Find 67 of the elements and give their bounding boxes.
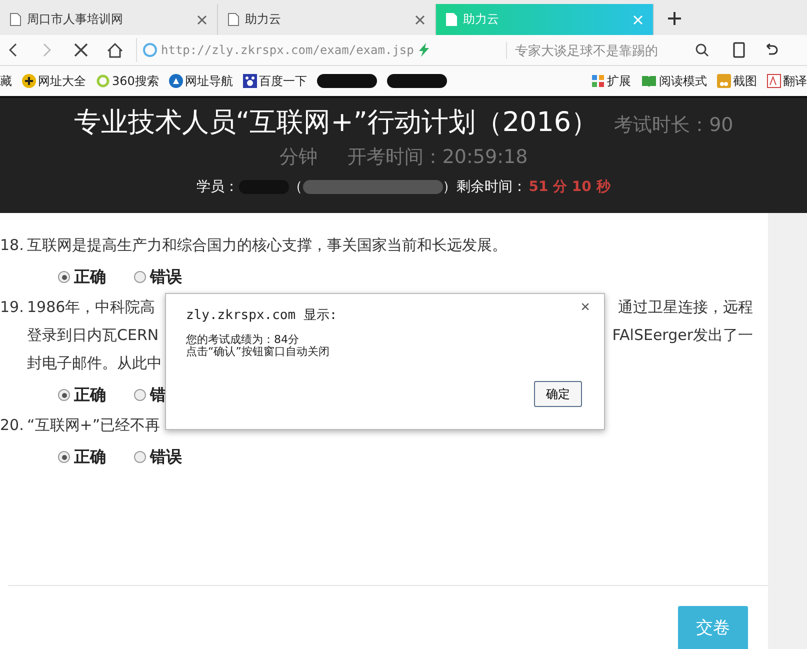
answer-option[interactable]: 正确 (58, 384, 106, 406)
radio-button[interactable] (134, 271, 146, 283)
id-bracket: （ (288, 178, 303, 196)
scrollbar-track[interactable] (768, 213, 807, 649)
bookmark-link[interactable]: 藏 (0, 72, 12, 90)
book-icon (641, 74, 657, 88)
phone-icon[interactable] (733, 42, 745, 58)
radio-button[interactable] (58, 271, 70, 283)
radio-button[interactable] (58, 389, 70, 401)
start-time: 开考时间：20:59:18 (347, 145, 528, 170)
page-icon (446, 13, 457, 26)
question-text: 互联网是提高生产力和综合国力的核心支撑，事关国家当前和长远发展。 (27, 235, 507, 256)
radio-button[interactable] (58, 451, 70, 463)
close-button[interactable]: × (574, 298, 596, 318)
answer-option[interactable]: 错 (134, 384, 166, 406)
new-tab-icon[interactable] (668, 12, 681, 25)
id-bracket: ） (442, 178, 457, 196)
duration-unit: 分钟 (279, 145, 318, 170)
bookmark-link[interactable]: 网址导航 (168, 72, 233, 90)
radio-button[interactable] (134, 389, 146, 401)
remaining-time: 51 分 10 秒 (528, 178, 610, 196)
exam-title: 专业技术人员“互联网+”行动计划（2016） (74, 106, 598, 140)
answer-option[interactable]: 正确 (58, 446, 106, 468)
answer-option[interactable]: 正确 (58, 266, 106, 288)
dialog-title: zly.zkrspx.com 显示: (186, 307, 338, 324)
student-label: 学员： (196, 178, 239, 196)
globe-icon (143, 43, 157, 57)
bookmark-link[interactable]: 百度一下 (242, 72, 307, 90)
dialog-message: 点击“确认”按钮窗口自动关闭 (186, 346, 330, 358)
toolbar-tool[interactable]: 扩展 (591, 72, 631, 90)
answer-option[interactable]: 错误 (134, 446, 182, 468)
answer-option[interactable]: 错误 (134, 266, 182, 288)
redacted-bookmark (316, 74, 377, 88)
close-icon[interactable] (197, 14, 207, 24)
question-text: 登录到日内瓦CERN (27, 325, 159, 346)
ok-button[interactable]: 确定 (534, 381, 582, 407)
question-text: “互联网+”已经不再 (27, 415, 160, 436)
close-icon[interactable] (415, 14, 425, 24)
ring-icon (96, 74, 110, 88)
remaining-label: 剩余时间： (456, 178, 527, 196)
search-icon[interactable] (695, 43, 709, 57)
toolbar-tool[interactable]: 翻译 (767, 72, 807, 90)
question-text: FAlSEerger发出了一 (612, 325, 753, 346)
radio-button[interactable] (134, 451, 146, 463)
toolbar-tool[interactable]: 截图 (717, 72, 757, 90)
exam-duration: 考试时长：90 (614, 113, 734, 138)
translate-icon (767, 74, 781, 88)
page-icon (10, 13, 21, 26)
question-text: 1986年，中科院高 (27, 297, 156, 318)
search-field[interactable]: 专家大谈足球不是靠踢的 (506, 42, 687, 58)
redacted-bookmark (386, 74, 447, 88)
question-text: 封电子邮件。从此中 (27, 353, 162, 374)
paw-icon (242, 74, 257, 88)
bookmark-link[interactable]: 360搜索 (96, 72, 159, 90)
dialog-message: 您的考试成绩为：84分 (186, 334, 300, 346)
question-text: 通过卫星连接，远程 (618, 297, 753, 318)
question-number: 18. (0, 235, 25, 256)
question-number: 19. (0, 297, 25, 318)
plus-icon (22, 74, 36, 88)
grid-icon (591, 74, 605, 88)
scissors-icon (717, 74, 731, 88)
question-number: 20. (0, 415, 25, 436)
toolbar-tool[interactable]: 阅读模式 (641, 72, 707, 90)
lightning-icon (418, 43, 430, 57)
bookmark-link[interactable]: 网址大全 (22, 72, 86, 90)
page-icon (228, 13, 239, 26)
compass-icon (168, 74, 183, 88)
